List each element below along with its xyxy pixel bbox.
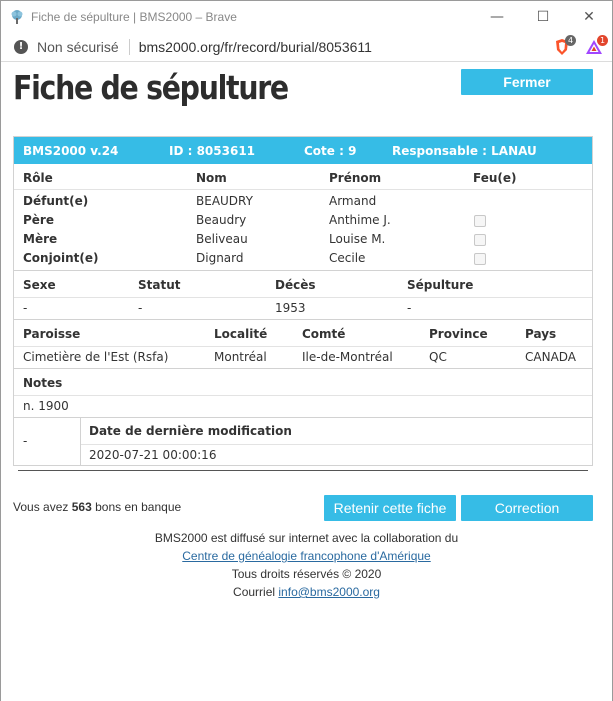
localite-value: Montréal (214, 350, 267, 364)
retain-record-button[interactable]: Retenir cette fiche (324, 495, 456, 521)
browser-window: Fiche de sépulture | BMS2000 – Brave — ☐… (0, 0, 613, 701)
bank-count: 563 (71, 500, 92, 514)
title-bar: Fiche de sépulture | BMS2000 – Brave — ☐… (1, 1, 612, 32)
column-prenom: Prénom (329, 171, 382, 185)
close-button[interactable]: Fermer (461, 69, 593, 95)
not-secure-icon[interactable]: ! (14, 39, 28, 54)
modification-divider (80, 418, 81, 466)
brave-shields-icon[interactable]: 4 (552, 35, 576, 57)
person-prenom: Armand (329, 194, 377, 208)
person-role: Conjoint(e) (23, 251, 99, 265)
column-sepulture: Sépulture (407, 278, 474, 292)
modification-left-value: - (23, 434, 28, 448)
brave-rewards-icon[interactable]: 1 (584, 35, 608, 57)
footer-line-partner: Centre de généalogie francophone d'Améri… (1, 549, 612, 563)
modification-rule (81, 444, 592, 445)
separator-line (18, 470, 588, 471)
feu-checkbox[interactable] (474, 253, 486, 265)
bank-suffix: bons en banque (95, 500, 182, 514)
column-nom: Nom (196, 171, 227, 185)
province-value: QC (429, 350, 447, 364)
person-role: Père (23, 213, 54, 227)
record-version: BMS2000 v.24 (23, 144, 119, 158)
correction-button[interactable]: Correction (461, 495, 593, 521)
close-window-button[interactable]: ✕ (566, 1, 612, 32)
comte-value: Ile-de-Montréal (302, 350, 393, 364)
footer-line-collaboration: BMS2000 est diffusé sur internet avec la… (154, 531, 459, 545)
feu-checkbox[interactable] (474, 234, 486, 246)
minimize-button[interactable]: — (474, 1, 520, 32)
pays-value: CANADA (525, 350, 577, 364)
footer-contact: Courriel info@bms2000.org (1, 585, 612, 599)
location-header-row: Paroisse Localité Comté Province Pays (14, 319, 592, 347)
deces-value: 1953 (275, 301, 306, 315)
shields-badge: 4 (565, 35, 576, 46)
security-status[interactable]: Non sécurisé (37, 39, 119, 55)
person-prenom: Louise M. (329, 232, 386, 246)
statut-value: - (138, 301, 143, 315)
notes-value: n. 1900 (23, 399, 69, 413)
column-pays: Pays (525, 327, 557, 341)
persons-table: Défunt(e) BEAUDRY Armand Père Beaudry An… (14, 190, 592, 270)
feu-checkbox[interactable] (474, 215, 486, 227)
column-localite: Localité (214, 327, 268, 341)
column-feu: Feu(e) (473, 171, 517, 185)
column-province: Province (429, 327, 488, 341)
column-deces: Décès (275, 278, 316, 292)
status-values-row: - - 1953 - (14, 298, 592, 319)
column-paroisse: Paroisse (23, 327, 81, 341)
notes-label: Notes (23, 376, 63, 390)
paroisse-value: Cimetière de l'Est (Rsfa) (23, 350, 169, 364)
person-role: Mère (23, 232, 58, 246)
modification-label: Date de dernière modification (89, 424, 292, 438)
persons-header-row: Rôle Nom Prénom Feu(e) (14, 164, 592, 190)
record-cote: Cote : 9 (304, 144, 357, 158)
notes-header-row: Notes (14, 368, 592, 396)
bank-balance: Vous avez 563 bons en banque (13, 500, 181, 514)
record-header: BMS2000 v.24 ID : 8053611 Cote : 9 Respo… (14, 137, 592, 164)
person-nom: Dignard (196, 251, 244, 265)
tree-icon (11, 9, 23, 24)
page-content: Fiche de sépulture Fermer BMS2000 v.24 I… (1, 62, 612, 701)
column-role: Rôle (23, 171, 53, 185)
person-nom: BEAUDRY (196, 194, 253, 208)
maximize-button[interactable]: ☐ (520, 1, 566, 32)
status-header-row: Sexe Statut Décès Sépulture (14, 270, 592, 298)
email-link[interactable]: info@bms2000.org (278, 585, 380, 599)
column-comte: Comté (302, 327, 346, 341)
person-role: Défunt(e) (23, 194, 89, 208)
modification-section: - Date de dernière modification 2020-07-… (14, 417, 592, 466)
column-sexe: Sexe (23, 278, 56, 292)
rewards-badge: 1 (597, 35, 608, 46)
sepulture-value: - (407, 301, 412, 315)
person-prenom: Anthime J. (329, 213, 391, 227)
modification-date: 2020-07-21 00:00:16 (89, 448, 217, 462)
record-id: ID : 8053611 (169, 144, 256, 158)
page-title: Fiche de sépulture (13, 68, 289, 107)
courriel-label: Courriel (233, 585, 276, 599)
location-values-row: Cimetière de l'Est (Rsfa) Montréal Ile-d… (14, 347, 592, 368)
address-divider (128, 38, 130, 55)
notes-value-row: n. 1900 (14, 396, 592, 417)
url-field[interactable]: bms2000.org/fr/record/burial/8053611 (139, 39, 372, 55)
column-statut: Statut (138, 278, 181, 292)
partner-link[interactable]: Centre de généalogie francophone d'Améri… (182, 549, 430, 563)
extension-icons: 4 1 (552, 35, 608, 57)
record-responsable: Responsable : LANAU (392, 144, 537, 158)
person-nom: Beaudry (196, 213, 247, 227)
person-prenom: Cecile (329, 251, 366, 265)
sexe-value: - (23, 301, 28, 315)
person-nom: Beliveau (196, 232, 248, 246)
bank-prefix: Vous avez (13, 500, 69, 514)
window-title: Fiche de sépulture | BMS2000 – Brave (31, 9, 237, 24)
address-bar: ! Non sécurisé bms2000.org/fr/record/bur… (1, 32, 612, 62)
footer-copyright: Tous droits réservés © 2020 (231, 567, 382, 581)
burial-record: BMS2000 v.24 ID : 8053611 Cote : 9 Respo… (13, 136, 593, 466)
